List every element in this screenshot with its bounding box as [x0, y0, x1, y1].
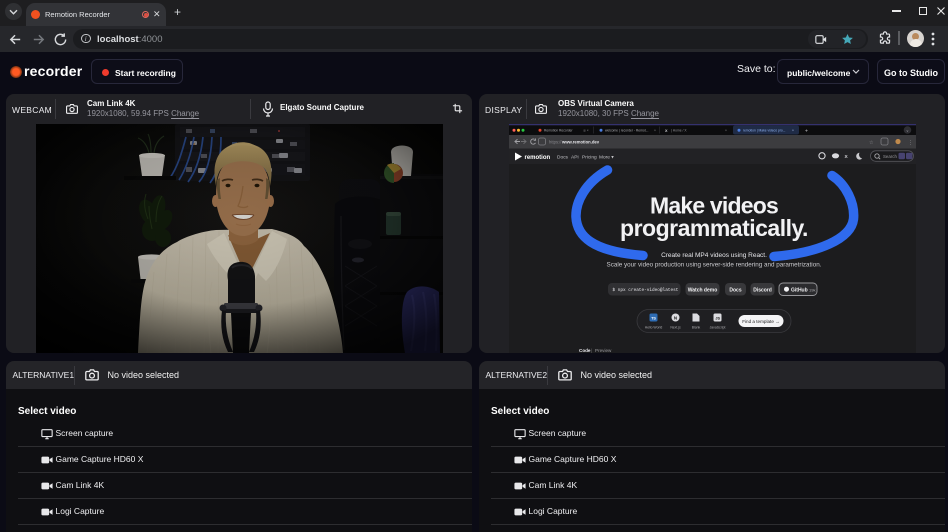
- svg-text:|: |: [591, 348, 592, 353]
- svg-text:+: +: [805, 128, 808, 134]
- svg-text:◎ ×: ◎ ×: [583, 129, 589, 133]
- svg-text:GitHub: GitHub: [791, 288, 808, 294]
- svg-text:Watch demo: Watch demo: [687, 288, 717, 294]
- svg-text:19k: 19k: [809, 287, 815, 292]
- svg-text:More ▾: More ▾: [599, 154, 614, 160]
- svg-text:Code: Code: [579, 348, 591, 353]
- svg-text:×: ×: [792, 129, 794, 133]
- svg-text:×: ×: [725, 129, 727, 133]
- svg-text:Preview: Preview: [595, 348, 612, 353]
- svg-text:Docs: Docs: [557, 154, 569, 160]
- svg-text:☆: ☆: [869, 140, 874, 146]
- svg-text:welcome | recorder - Remot...: welcome | recorder - Remot...: [605, 129, 648, 133]
- svg-text:Pricing: Pricing: [582, 154, 597, 160]
- svg-text:Search: Search: [883, 154, 897, 159]
- svg-text:JavaScript: JavaScript: [709, 326, 725, 330]
- svg-text:Remotion Recorder: Remotion Recorder: [544, 129, 573, 133]
- svg-text:N: N: [673, 315, 676, 320]
- svg-text:Scale your video production us: Scale your video production using server…: [606, 262, 821, 269]
- svg-text:API: API: [571, 154, 579, 160]
- svg-text:programmatically.: programmatically.: [620, 215, 808, 241]
- svg-text:Blank: Blank: [691, 326, 700, 330]
- svg-text:remotion: remotion: [524, 155, 550, 161]
- svg-text:Hello World: Hello World: [644, 326, 662, 330]
- svg-text:Discord: Discord: [753, 288, 772, 294]
- svg-text:| Home / X: | Home / X: [671, 129, 687, 133]
- svg-text:www.remotion.dev: www.remotion.dev: [561, 140, 600, 145]
- svg-text:⋮: ⋮: [908, 140, 913, 146]
- svg-text:Find a template →: Find a template →: [742, 319, 780, 324]
- svg-text:⌄: ⌄: [905, 128, 908, 133]
- svg-text:JS: JS: [715, 317, 720, 321]
- svg-text:×: ×: [654, 129, 656, 133]
- svg-text:TS: TS: [651, 317, 656, 321]
- svg-text:Docs: Docs: [729, 288, 741, 294]
- svg-text:Next.js: Next.js: [670, 326, 681, 330]
- svg-text:Create real MP4 videos using R: Create real MP4 videos using React.: [661, 252, 767, 259]
- svg-text:https://: https://: [549, 140, 562, 145]
- svg-text:remotion | Make videos pro...: remotion | Make videos pro...: [743, 129, 786, 133]
- svg-text:$ npx create-video@latest: $ npx create-video@latest: [612, 288, 678, 293]
